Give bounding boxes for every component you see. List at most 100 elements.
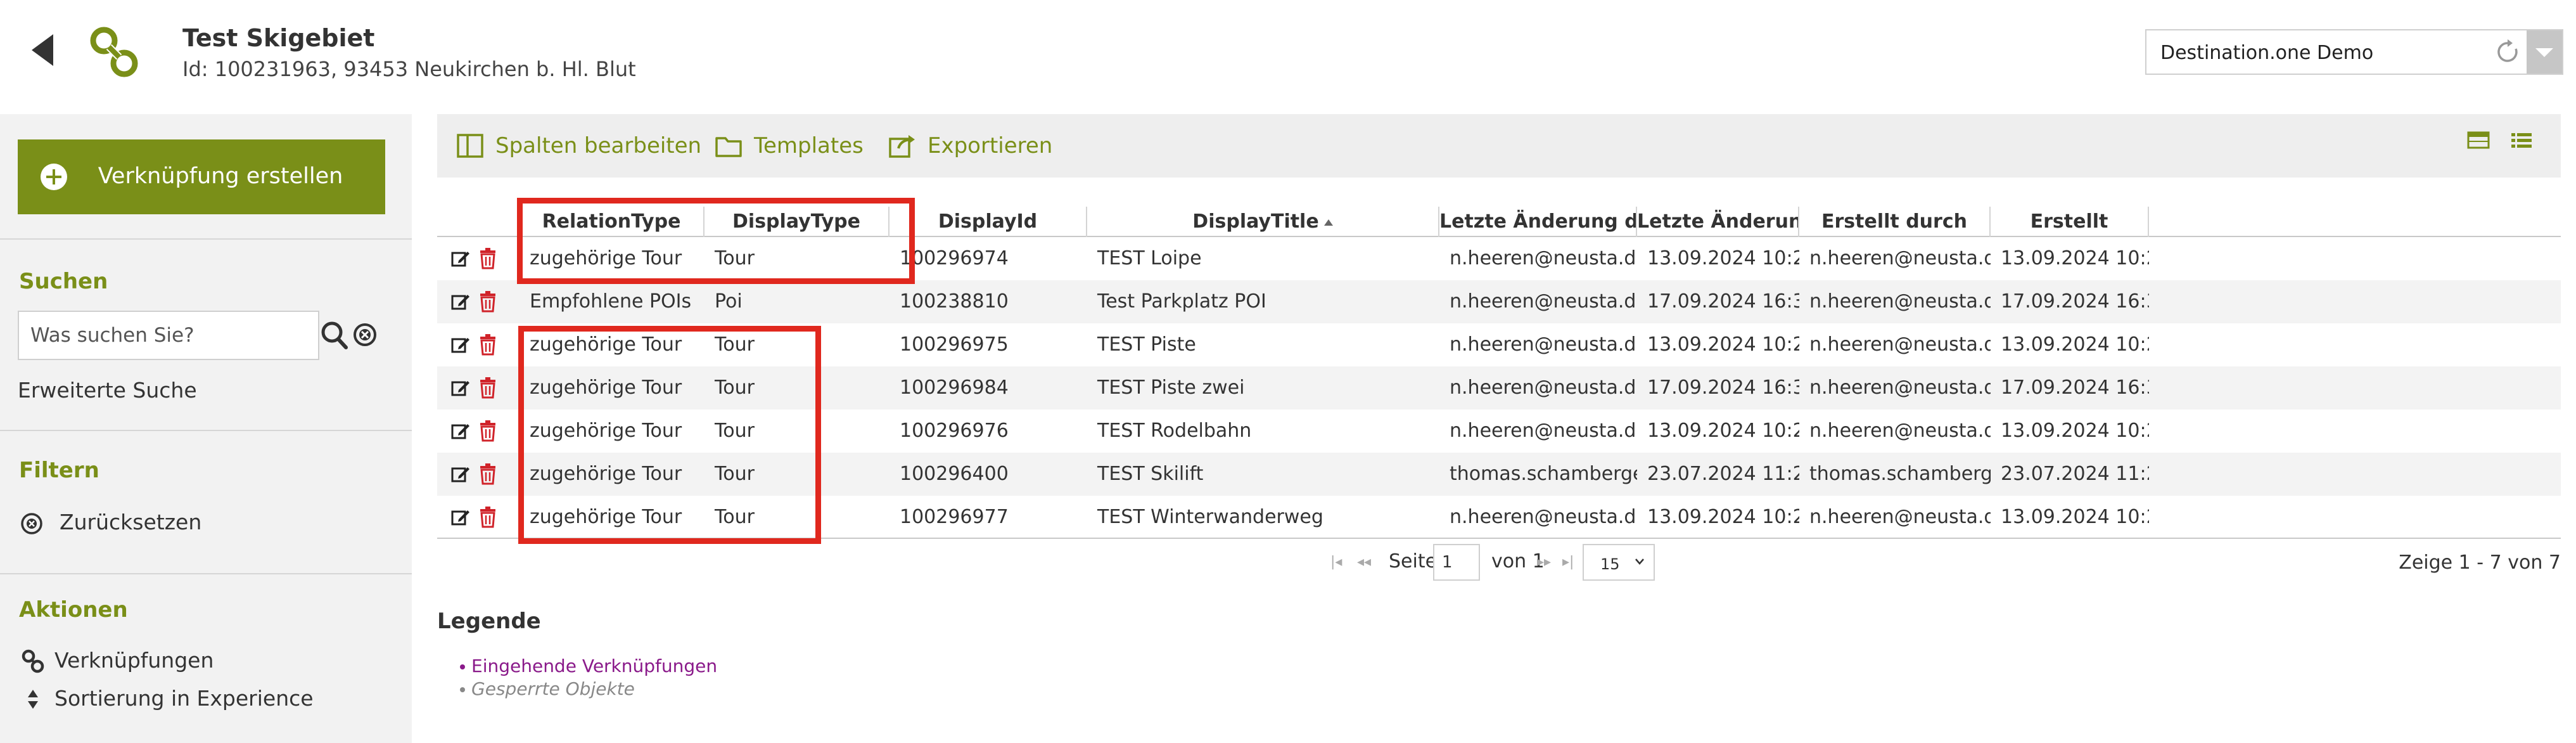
prev-page-icon[interactable]: ◂◂ xyxy=(1357,554,1371,570)
edit-icon[interactable] xyxy=(451,249,470,268)
cell-displayid: 100296984 xyxy=(900,377,1009,399)
table-row[interactable]: zugehörige Tour Tour 100296975 TEST Pist… xyxy=(437,323,2561,366)
trash-icon[interactable] xyxy=(479,248,497,269)
cell-relationtype: zugehörige Tour xyxy=(530,377,682,399)
cell-displaytype: Poi xyxy=(715,290,743,313)
cell-last-modified-by: n.heeren@neusta.de xyxy=(1450,506,1637,528)
cell-created: 23.07.2024 11:21 xyxy=(2001,463,2149,485)
column-header-created[interactable]: Erstellt xyxy=(1991,207,2149,237)
table-header: RelationType DisplayType DisplayId Displ… xyxy=(437,207,2561,237)
cell-created-by: n.heeren@neusta.de xyxy=(1809,290,1991,313)
cell-last-modified-by: thomas.schamberger@d xyxy=(1450,463,1637,485)
table-row[interactable]: zugehörige Tour Tour 100296400 TEST Skil… xyxy=(437,453,2561,496)
edit-columns-label: Spalten bearbeiten xyxy=(495,133,702,158)
reset-filter-label: Zurücksetzen xyxy=(60,510,202,534)
folder-icon xyxy=(715,137,742,157)
edit-icon[interactable] xyxy=(451,378,470,397)
cell-relationtype: zugehörige Tour xyxy=(530,420,682,442)
table-row[interactable]: Empfohlene POIs Poi 100238810 Test Parkp… xyxy=(437,280,2561,323)
actions-heading: Aktionen xyxy=(19,597,128,623)
create-link-button[interactable]: Verknüpfung erstellen xyxy=(18,139,385,214)
sidebar: Verknüpfung erstellen Suchen Erweiterte … xyxy=(0,114,412,743)
sort-ascending-icon xyxy=(1323,219,1333,226)
chevron-down-icon[interactable] xyxy=(2527,30,2562,74)
cell-created-by: n.heeren@neusta.de xyxy=(1809,333,1991,356)
cell-created: 17.09.2024 16:37 xyxy=(2001,290,2149,313)
edit-icon[interactable] xyxy=(451,508,470,527)
trash-icon[interactable] xyxy=(479,334,497,356)
cell-relationtype: zugehörige Tour xyxy=(530,333,682,356)
chevron-down-icon xyxy=(1635,559,1644,565)
cell-displayid: 100296975 xyxy=(900,333,1009,356)
cell-created: 13.09.2024 10:25 xyxy=(2001,247,2149,269)
column-header-displaytitle[interactable]: DisplayTitle xyxy=(1087,207,1439,237)
list-view-icon[interactable] xyxy=(2510,131,2533,150)
edit-icon[interactable] xyxy=(451,335,470,354)
first-page-icon[interactable]: |◂ xyxy=(1330,554,1342,570)
trash-icon[interactable] xyxy=(479,507,497,528)
templates-label: Templates xyxy=(754,133,864,158)
table-row[interactable]: zugehörige Tour Tour 100296974 TEST Loip… xyxy=(437,237,2561,280)
trash-icon[interactable] xyxy=(479,463,497,485)
cell-created: 13.09.2024 10:25 xyxy=(2001,333,2149,356)
cell-displaytype: Tour xyxy=(715,420,755,442)
clear-search-icon[interactable] xyxy=(352,322,378,347)
destination-select-value: Destination.one Demo xyxy=(2160,42,2374,64)
cell-last-modified-by: n.heeren@neusta.de xyxy=(1450,290,1637,313)
action-sorting-label: Sortierung in Experience xyxy=(54,686,314,711)
legend-title: Legende xyxy=(437,609,541,634)
table-row[interactable]: zugehörige Tour Tour 100296976 TEST Rode… xyxy=(437,410,2561,453)
trash-icon[interactable] xyxy=(479,420,497,442)
cell-created-by: n.heeren@neusta.de xyxy=(1809,420,1991,442)
page-size-select[interactable]: 15 xyxy=(1583,544,1655,581)
column-header-relationtype[interactable]: RelationType xyxy=(520,207,705,237)
grid-view-icon[interactable] xyxy=(2467,131,2490,150)
divider xyxy=(0,430,412,431)
search-heading: Suchen xyxy=(19,269,108,294)
columns-icon xyxy=(457,134,483,158)
last-page-icon[interactable]: ▸| xyxy=(1562,554,1574,570)
column-header-last-modified-by[interactable]: Letzte Änderung durch xyxy=(1439,207,1637,237)
destination-select[interactable]: Destination.one Demo xyxy=(2145,29,2563,75)
cell-displaytype: Tour xyxy=(715,377,755,399)
grid-toolbar: Spalten bearbeiten Templates Exportieren xyxy=(437,114,2561,178)
table-row[interactable]: zugehörige Tour Tour 100296984 TEST Pist… xyxy=(437,366,2561,410)
edit-icon[interactable] xyxy=(451,465,470,484)
legend-item-incoming: Eingehende Verknüpfungen xyxy=(459,656,718,676)
trash-icon[interactable] xyxy=(479,291,497,313)
refresh-icon[interactable] xyxy=(2494,38,2522,66)
back-arrow-icon[interactable] xyxy=(32,34,54,66)
cell-displaytype: Tour xyxy=(715,333,755,356)
filter-heading: Filtern xyxy=(19,458,99,483)
cell-displayid: 100238810 xyxy=(900,290,1009,313)
cell-created: 13.09.2024 10:25 xyxy=(2001,420,2149,442)
cell-created: 17.09.2024 16:35 xyxy=(2001,377,2149,399)
cell-displaytitle: TEST Winterwanderweg xyxy=(1097,506,1323,528)
next-page-icon[interactable]: ▸▸ xyxy=(1537,554,1551,570)
search-input[interactable] xyxy=(18,311,319,360)
link-logo-icon xyxy=(90,27,138,77)
cell-relationtype: Empfohlene POIs xyxy=(530,290,692,313)
export-icon xyxy=(889,135,915,158)
column-header-displaytype[interactable]: DisplayType xyxy=(705,207,889,237)
page-input[interactable] xyxy=(1433,544,1480,581)
edit-icon[interactable] xyxy=(451,422,470,441)
column-header-last-modified[interactable]: Letzte Änderung xyxy=(1637,207,1799,237)
page-title: Test Skigebiet xyxy=(182,24,375,52)
edit-icon[interactable] xyxy=(451,292,470,311)
search-icon[interactable] xyxy=(321,320,348,351)
cell-displaytype: Tour xyxy=(715,506,755,528)
cell-last-modified: 23.07.2024 11:21 xyxy=(1647,463,1799,485)
cell-last-modified-by: n.heeren@neusta.de xyxy=(1450,420,1637,442)
cell-created: 13.09.2024 10:25 xyxy=(2001,506,2149,528)
column-header-displayid[interactable]: DisplayId xyxy=(889,207,1087,237)
column-header-created-by[interactable]: Erstellt durch xyxy=(1799,207,1991,237)
cell-relationtype: zugehörige Tour xyxy=(530,506,682,528)
cell-displaytitle: TEST Piste zwei xyxy=(1097,377,1245,399)
trash-icon[interactable] xyxy=(479,377,497,399)
cell-displaytitle: TEST Skilift xyxy=(1097,463,1204,485)
table-row[interactable]: zugehörige Tour Tour 100296977 TEST Wint… xyxy=(437,496,2561,539)
reset-icon xyxy=(21,513,42,534)
cell-last-modified: 17.09.2024 16:37 xyxy=(1647,290,1799,313)
advanced-search-link[interactable]: Erweiterte Suche xyxy=(18,378,197,403)
